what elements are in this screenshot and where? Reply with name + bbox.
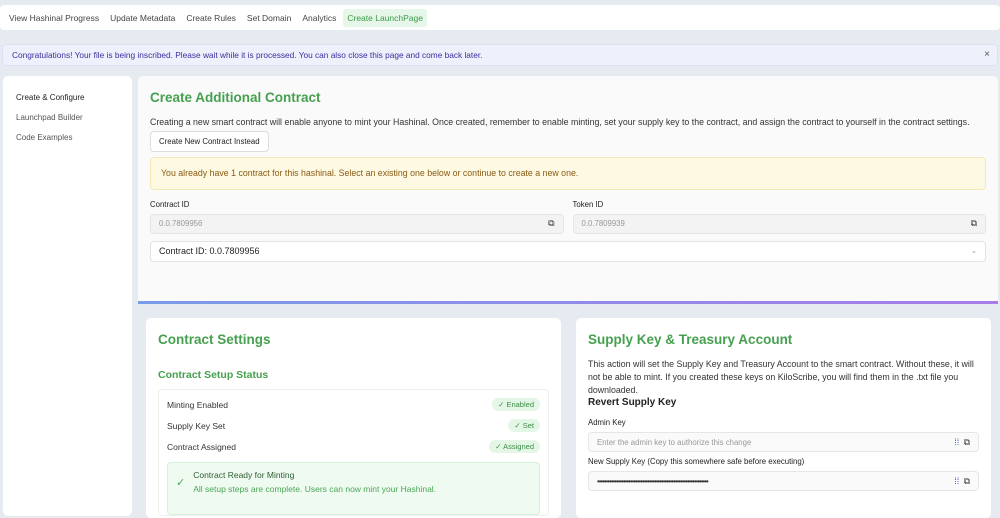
status-row: Contract Assigned ✓ Assigned bbox=[167, 436, 540, 457]
status-badge: ✓ Assigned bbox=[489, 440, 540, 453]
status-row: Supply Key Set ✓ Set bbox=[167, 415, 540, 436]
token-id-field[interactable]: 0.0.7809939 ⧉ bbox=[572, 213, 986, 234]
admin-key-placeholder: Enter the admin key to authorize this ch… bbox=[597, 437, 752, 447]
description: Creating a new smart contract will enabl… bbox=[150, 117, 970, 127]
warning-banner: You already have 1 contract for this has… bbox=[150, 156, 986, 190]
ready-title: Contract Ready for Minting bbox=[193, 470, 295, 480]
supply-key-title: Supply Key & Treasury Account bbox=[588, 332, 793, 347]
sidebar-item-create-configure[interactable]: Create & Configure bbox=[3, 88, 132, 108]
top-nav: View Hashinal Progress Update Metadata C… bbox=[0, 5, 1000, 30]
page-title: Create Additional Contract bbox=[150, 90, 321, 105]
status-badge: ✓ Enabled bbox=[492, 398, 540, 411]
sidebar: Create & Configure Launchpad Builder Cod… bbox=[3, 76, 132, 516]
close-icon[interactable]: × bbox=[984, 49, 990, 60]
admin-key-label: Admin Key bbox=[588, 418, 626, 428]
tab-create-launchpage[interactable]: Create LaunchPage bbox=[343, 8, 427, 27]
ready-banner: ✓ Contract Ready for Minting All setup s… bbox=[167, 462, 540, 515]
copy-icon[interactable]: ⧉ bbox=[971, 218, 977, 229]
tab-set-domain[interactable]: Set Domain bbox=[243, 9, 295, 27]
contract-id-field[interactable]: 0.0.7809956 ⧉ bbox=[150, 213, 564, 234]
copy-icon[interactable]: ⧉ bbox=[964, 437, 970, 447]
token-id-label: Token ID bbox=[572, 199, 604, 209]
status-list: Minting Enabled ✓ Enabled Supply Key Set ✓… bbox=[158, 389, 549, 516]
status-badge: ✓ Set bbox=[508, 419, 540, 432]
supply-description: This action will set the Supply Key and … bbox=[588, 359, 974, 395]
alert-text: Congratulations! Your file is being insc… bbox=[12, 50, 483, 60]
tab-view-hashinal-progress[interactable]: View Hashinal Progress bbox=[5, 9, 103, 27]
info-alert: Congratulations! Your file is being insc… bbox=[2, 44, 998, 66]
admin-key-input[interactable]: Enter the admin key to authorize this ch… bbox=[588, 432, 979, 453]
create-new-contract-button[interactable]: Create New Contract Instead bbox=[150, 130, 269, 152]
new-supply-key-label: New Supply Key (Copy this somewhere safe… bbox=[588, 457, 805, 467]
status-label: Supply Key Set bbox=[167, 420, 226, 431]
contract-settings-card: Contract Settings Contract Setup Status … bbox=[146, 318, 561, 518]
status-label: Contract Assigned bbox=[167, 441, 236, 452]
supply-key-card: Supply Key & Treasury Account This actio… bbox=[576, 318, 991, 518]
create-contract-panel: Create Additional Contract Creating a ne… bbox=[138, 76, 998, 304]
sidebar-item-launchpad-builder[interactable]: Launchpad Builder bbox=[3, 108, 132, 128]
new-supply-key-input[interactable]: ••••••••••••••••••••••••••••••••••••••••… bbox=[588, 471, 979, 492]
status-label: Minting Enabled bbox=[167, 399, 228, 410]
copy-icon[interactable]: ⧉ bbox=[548, 218, 554, 229]
token-id-value: 0.0.7809939 bbox=[581, 219, 625, 229]
contract-id-label: Contract ID bbox=[150, 199, 190, 209]
paste-icon[interactable]: ⁞⁞ bbox=[954, 437, 959, 447]
ready-text: All setup steps are complete. Users can … bbox=[193, 484, 437, 494]
paste-icon[interactable]: ⁞⁞ bbox=[954, 476, 959, 486]
tab-update-metadata[interactable]: Update Metadata bbox=[106, 9, 179, 27]
check-icon: ✓ bbox=[176, 477, 186, 489]
new-supply-key-value: ••••••••••••••••••••••••••••••••••••••••… bbox=[597, 476, 709, 486]
tab-create-rules[interactable]: Create Rules bbox=[182, 9, 240, 27]
contract-select[interactable]: Contract ID: 0.0.7809956 ⌄ bbox=[150, 240, 986, 262]
contract-id-value: 0.0.7809956 bbox=[159, 219, 203, 229]
copy-icon[interactable]: ⧉ bbox=[964, 476, 970, 486]
sidebar-item-code-examples[interactable]: Code Examples bbox=[3, 128, 132, 148]
tab-analytics[interactable]: Analytics bbox=[298, 9, 340, 27]
chevron-down-icon: ⌄ bbox=[971, 248, 977, 256]
revert-supply-key-title: Revert Supply Key bbox=[588, 397, 677, 409]
status-row: Minting Enabled ✓ Enabled bbox=[167, 394, 540, 415]
setup-status-title: Contract Setup Status bbox=[158, 369, 269, 381]
contract-settings-title: Contract Settings bbox=[158, 332, 271, 347]
contract-select-value: Contract ID: 0.0.7809956 bbox=[159, 246, 260, 257]
